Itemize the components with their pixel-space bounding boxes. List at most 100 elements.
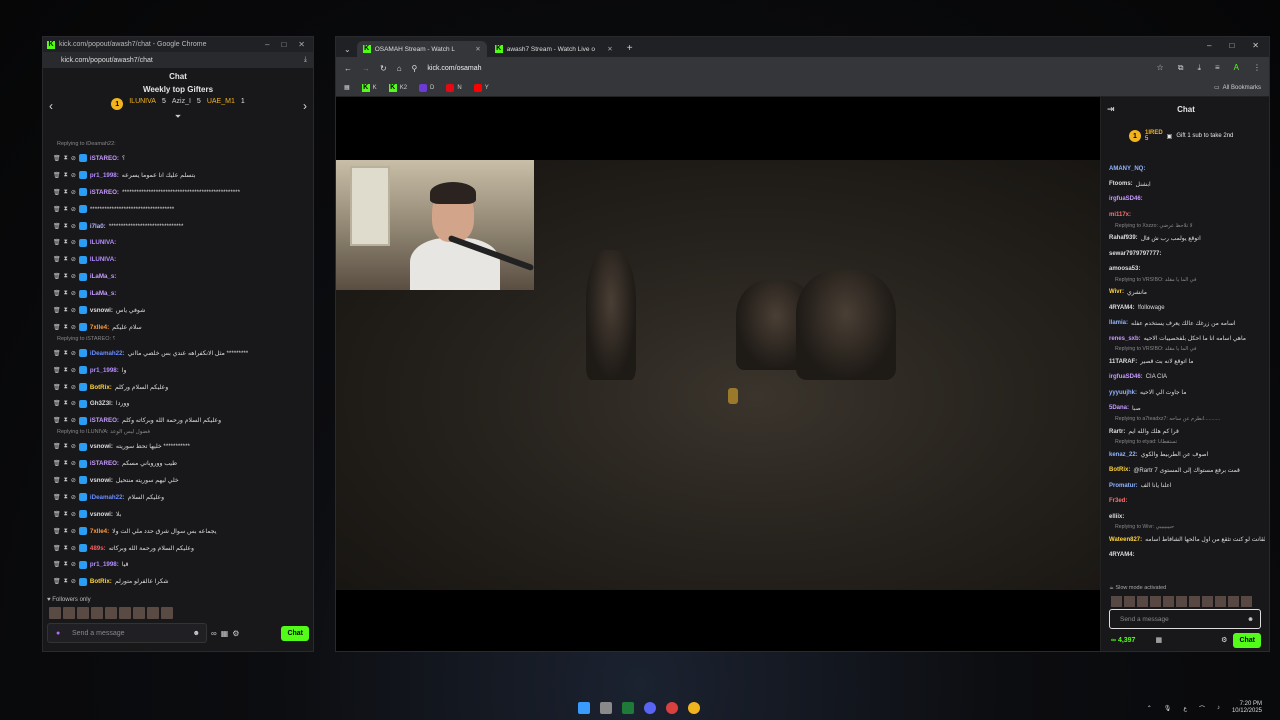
message-username[interactable]: iSTAREO:	[90, 460, 119, 467]
timeout-icon[interactable]: ⧗	[64, 494, 68, 501]
video-player[interactable]	[336, 97, 1100, 651]
trash-icon[interactable]: 🗑	[53, 460, 61, 467]
emote[interactable]	[1202, 596, 1213, 607]
message-username[interactable]: pr1_1998:	[90, 172, 119, 179]
message-username[interactable]: iLaMa_s:	[90, 273, 116, 280]
menu-icon[interactable]: ⋮	[1253, 63, 1261, 73]
emote[interactable]	[133, 607, 145, 619]
trash-icon[interactable]: 🗑	[53, 511, 61, 518]
emote[interactable]	[147, 607, 159, 619]
emote[interactable]	[1163, 596, 1174, 607]
bookmark-star-icon[interactable]: ☆	[1157, 63, 1164, 73]
tab-search-icon[interactable]: ⌄	[340, 45, 355, 57]
message-username[interactable]: BotRix:	[90, 578, 112, 585]
tab-osamah[interactable]: K OSAMAH Stream - Watch L ✕	[356, 41, 487, 57]
mic-tray-icon[interactable]: 🎙	[1164, 705, 1172, 712]
collapse-chat-icon[interactable]: ⇥	[1107, 104, 1115, 115]
filter-icon[interactable]: ⏷	[43, 112, 313, 122]
ban-icon[interactable]: ⊘	[71, 273, 76, 280]
emoji-icon[interactable]: ☻	[193, 630, 200, 637]
message-username[interactable]: iSTAREO:	[90, 189, 119, 196]
timeout-icon[interactable]: ⧗	[64, 307, 68, 314]
popup-address-bar[interactable]: kick.com/popout/awash7/chat ⤓	[43, 52, 313, 68]
emote[interactable]	[1137, 596, 1148, 607]
close-button[interactable]: ✕	[1252, 41, 1259, 50]
message-username[interactable]: vsnowi:	[90, 443, 113, 450]
bookmark-item[interactable]: Y	[473, 83, 489, 92]
ban-icon[interactable]: ⊘	[71, 189, 76, 196]
message-username[interactable]: pr1_1998:	[90, 367, 119, 374]
emote[interactable]	[1215, 596, 1226, 607]
trash-icon[interactable]: 🗑	[53, 256, 61, 263]
app-icon[interactable]	[666, 702, 678, 714]
timeout-icon[interactable]: ⧗	[64, 528, 68, 535]
trash-icon[interactable]: 🗑	[53, 172, 61, 179]
timeout-icon[interactable]: ⧗	[64, 350, 68, 357]
trash-icon[interactable]: 🗑	[53, 206, 61, 213]
timeout-icon[interactable]: ⧗	[64, 206, 68, 213]
ban-icon[interactable]: ⊘	[71, 172, 76, 179]
kicks-balance[interactable]: ∞ 4,397	[1111, 637, 1135, 644]
timeout-icon[interactable]: ⧗	[64, 155, 68, 162]
message-username[interactable]: Wateen827:	[1109, 537, 1142, 543]
timeout-icon[interactable]: ⧗	[64, 239, 68, 246]
message-username[interactable]: amoosa53:	[1109, 266, 1140, 272]
bookmark-item[interactable]: N	[446, 83, 462, 92]
message-username[interactable]: vsnowi:	[90, 511, 113, 518]
ban-icon[interactable]: ⊘	[71, 155, 76, 162]
stream-chat-input[interactable]: Send a message ☻	[1109, 609, 1261, 629]
chrome-icon[interactable]	[688, 702, 700, 714]
trash-icon[interactable]: 🗑	[53, 155, 61, 162]
timeout-icon[interactable]: ⧗	[64, 223, 68, 230]
windows-start-icon[interactable]	[578, 702, 590, 714]
apps-grid-icon[interactable]: ▦	[344, 84, 350, 91]
emote[interactable]	[1124, 596, 1135, 607]
message-username[interactable]: vsnowi:	[90, 477, 113, 484]
message-username[interactable]: 4RYAM4:	[1109, 305, 1135, 311]
trash-icon[interactable]: 🗑	[53, 350, 61, 357]
trash-icon[interactable]: 🗑	[53, 273, 61, 280]
ban-icon[interactable]: ⊘	[71, 307, 76, 314]
message-username[interactable]: BotRix:	[90, 384, 112, 391]
xbox-icon[interactable]	[622, 702, 634, 714]
message-username[interactable]: 489s:	[90, 545, 106, 552]
ban-icon[interactable]: ⊘	[71, 417, 76, 424]
message-username[interactable]: yyyuujhk:	[1109, 390, 1137, 396]
message-username[interactable]: iDeamah22:	[90, 350, 125, 357]
message-username[interactable]: Wivr:	[1109, 289, 1124, 295]
trash-icon[interactable]: 🗑	[53, 384, 61, 391]
prev-arrow-icon[interactable]: ‹	[49, 99, 53, 113]
message-username[interactable]: BotRix:	[1109, 467, 1130, 473]
timeout-icon[interactable]: ⧗	[64, 290, 68, 297]
timeout-icon[interactable]: ⧗	[64, 545, 68, 552]
ban-icon[interactable]: ⊘	[71, 324, 76, 331]
minimize-button[interactable]: –	[265, 40, 269, 49]
emote[interactable]	[1241, 596, 1252, 607]
message-username[interactable]: 11TARAF:	[1109, 359, 1137, 365]
message-username[interactable]: sewar7979797777:	[1109, 251, 1161, 257]
message-username[interactable]: pr1_1998:	[90, 561, 119, 568]
emote[interactable]	[63, 607, 75, 619]
trash-icon[interactable]: 🗑	[53, 223, 61, 230]
ban-icon[interactable]: ⊘	[71, 578, 76, 585]
emote[interactable]	[1176, 596, 1187, 607]
timeout-icon[interactable]: ⧗	[64, 443, 68, 450]
message-username[interactable]: irgfuaSD46:	[1109, 374, 1143, 380]
ban-icon[interactable]: ⊘	[71, 561, 76, 568]
gift-icon[interactable]: ▦	[1155, 636, 1162, 644]
emote-bar[interactable]	[49, 607, 173, 619]
ban-icon[interactable]: ⊘	[71, 545, 76, 552]
trash-icon[interactable]: 🗑	[53, 324, 61, 331]
message-username[interactable]: ILUNIVA:	[90, 256, 116, 263]
message-username[interactable]: Promatur:	[1109, 483, 1138, 489]
message-username[interactable]: AMANY_NQ:	[1109, 166, 1145, 172]
bookmark-item[interactable]: D	[419, 83, 434, 92]
ban-icon[interactable]: ⊘	[71, 239, 76, 246]
network-icon[interactable]: ⌒	[1199, 704, 1205, 713]
timeout-icon[interactable]: ⧗	[64, 417, 68, 424]
timeout-icon[interactable]: ⧗	[64, 189, 68, 196]
trash-icon[interactable]: 🗑	[53, 494, 61, 501]
bookmark-item[interactable]: K K2	[388, 83, 407, 92]
settings-gear-icon[interactable]: ⚙	[232, 629, 239, 638]
ban-icon[interactable]: ⊘	[71, 400, 76, 407]
